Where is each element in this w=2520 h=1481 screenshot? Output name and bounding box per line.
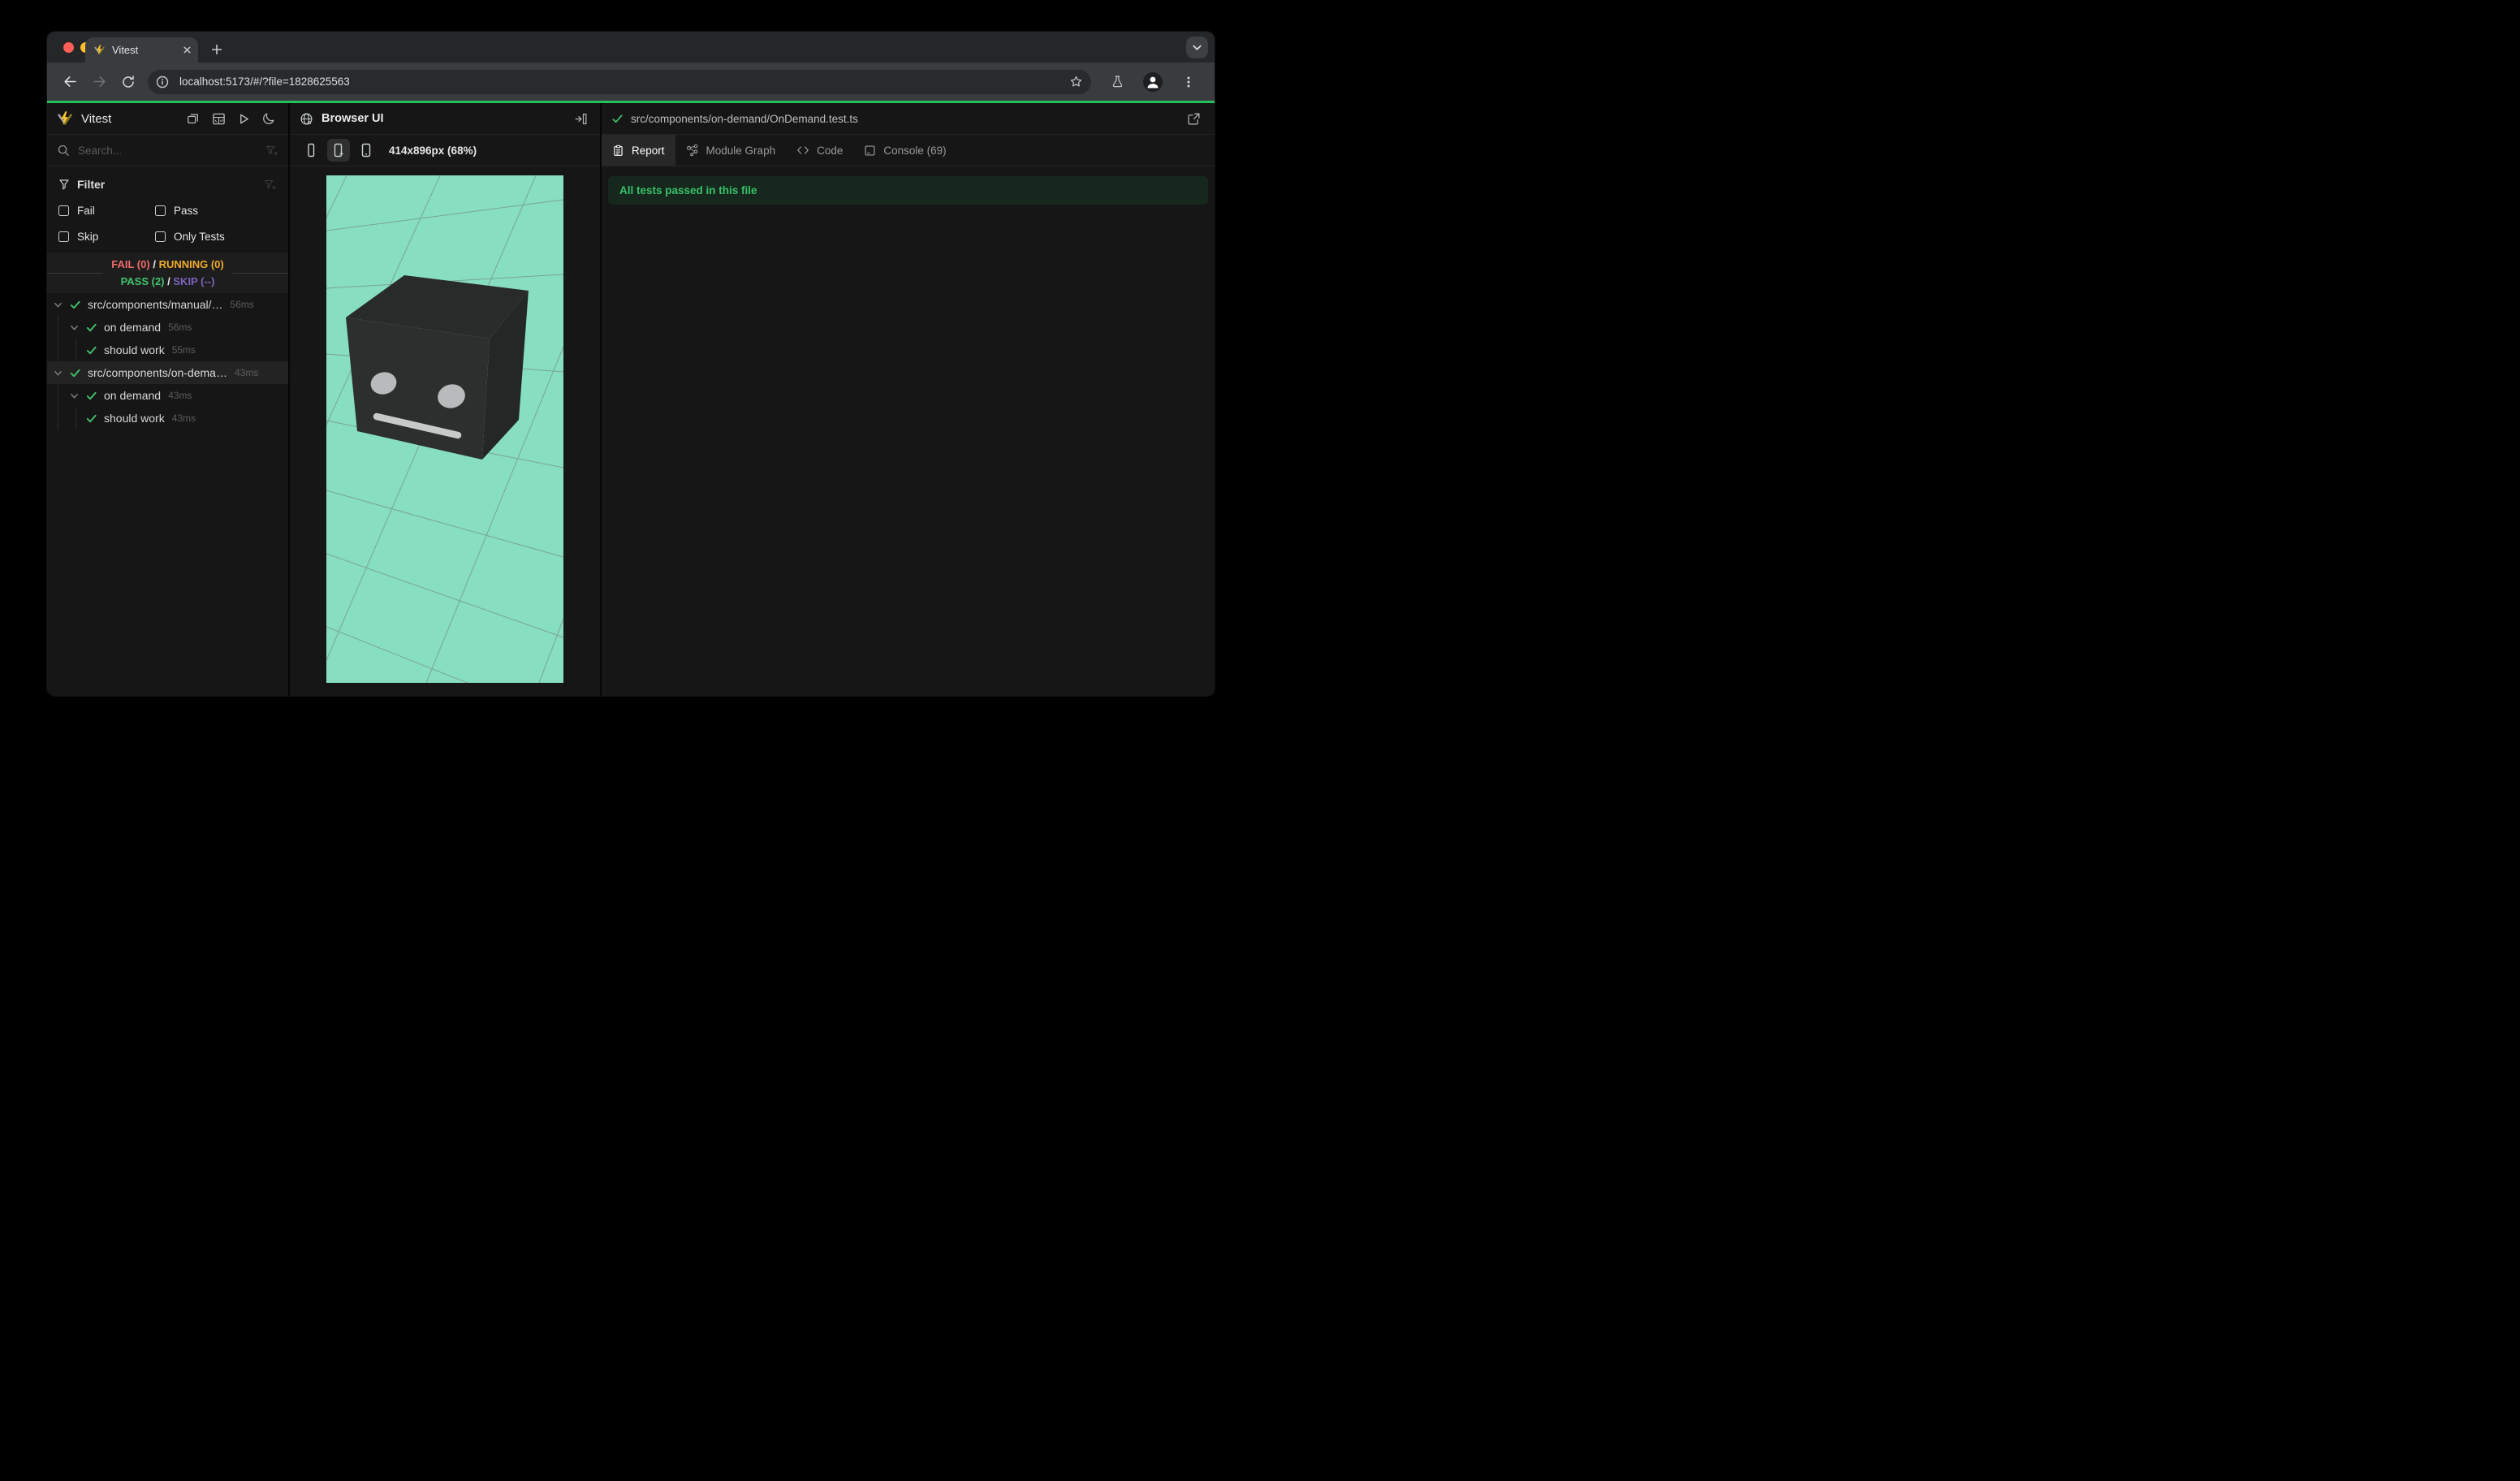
tab-title: Vitest bbox=[112, 44, 139, 56]
report-tabs: Report Module Graph Code Console (69) bbox=[602, 135, 1215, 166]
filter-checkbox-pass[interactable]: Pass bbox=[155, 201, 277, 220]
browser-menu-kebab-icon[interactable] bbox=[1177, 71, 1200, 93]
console-icon bbox=[865, 145, 875, 155]
module-graph-icon bbox=[686, 144, 697, 157]
stats-line-fail-running: FAIL (0) / RUNNING (0) bbox=[111, 258, 224, 270]
close-window-button[interactable] bbox=[63, 42, 74, 53]
filter-section: Filter Fail Pass Skip Only Tests bbox=[47, 166, 288, 253]
stats-line-pass-skip: PASS (2) / SKIP (--) bbox=[120, 275, 215, 287]
test-file-row[interactable]: src/components/manual/… 56ms bbox=[47, 293, 288, 316]
forward-button[interactable] bbox=[87, 70, 111, 94]
run-all-icon[interactable] bbox=[234, 110, 253, 127]
browser-viewport-container bbox=[290, 166, 600, 696]
tab-strip: Vitest bbox=[47, 32, 1215, 63]
checkbox-fail[interactable] bbox=[58, 205, 69, 216]
url-text[interactable]: localhost:5173/#/?file=1828625563 bbox=[179, 76, 1069, 88]
filter-checkbox-fail[interactable]: Fail bbox=[58, 201, 155, 220]
search-input[interactable] bbox=[78, 144, 265, 157]
tab-module-graph[interactable]: Module Graph bbox=[675, 135, 787, 166]
bookmark-star-icon[interactable] bbox=[1069, 75, 1083, 89]
search-icon bbox=[58, 145, 69, 156]
filter-funnel-icon bbox=[59, 179, 69, 190]
pass-check-icon bbox=[86, 323, 97, 331]
pass-check-icon bbox=[70, 300, 80, 309]
tab-search-button[interactable] bbox=[1186, 37, 1208, 58]
chevron-down-icon[interactable] bbox=[54, 369, 63, 378]
test-suite-row[interactable]: on demand 56ms bbox=[47, 316, 288, 339]
filter-checkbox-skip[interactable]: Skip bbox=[58, 227, 155, 246]
device-preset-small-icon[interactable] bbox=[300, 139, 322, 162]
checkbox-skip[interactable] bbox=[58, 231, 69, 242]
globe-icon bbox=[300, 113, 313, 124]
robot-head-cube bbox=[346, 275, 529, 460]
tab-console[interactable]: Console (69) bbox=[853, 135, 956, 166]
vitest-favicon bbox=[94, 45, 105, 55]
test-file-row-selected[interactable]: src/components/on-dema… 43ms bbox=[47, 361, 288, 384]
current-file-path: src/components/on-demand/OnDemand.test.t… bbox=[631, 112, 858, 125]
browser-window: Vitest localhost:5173/#/?file=1828625563 bbox=[47, 32, 1215, 696]
test-case-row[interactable]: should work 43ms bbox=[47, 407, 288, 430]
test-browser-viewport[interactable] bbox=[326, 175, 563, 683]
app-title: Vitest bbox=[81, 111, 112, 126]
address-bar[interactable]: localhost:5173/#/?file=1828625563 bbox=[148, 69, 1091, 94]
report-panel: src/components/on-demand/OnDemand.test.t… bbox=[602, 103, 1215, 696]
pass-check-icon bbox=[86, 391, 97, 399]
test-stats: FAIL (0) / RUNNING (0) PASS (2) / SKIP (… bbox=[47, 253, 288, 293]
pass-check-icon bbox=[86, 414, 97, 422]
reload-button[interactable] bbox=[116, 70, 140, 94]
clear-filters-icon[interactable] bbox=[263, 178, 277, 192]
dashboard-icon[interactable] bbox=[209, 110, 228, 127]
new-tab-button[interactable] bbox=[206, 39, 227, 60]
dock-panel-right-icon[interactable] bbox=[571, 110, 590, 127]
pass-check-icon bbox=[70, 369, 80, 377]
open-external-icon[interactable] bbox=[1184, 110, 1203, 127]
filter-title: Filter bbox=[77, 178, 106, 191]
test-case-row[interactable]: should work 55ms bbox=[47, 339, 288, 361]
report-icon bbox=[614, 145, 623, 156]
checkbox-pass[interactable] bbox=[155, 205, 166, 216]
browser-ui-title: Browser UI bbox=[321, 112, 384, 125]
back-button[interactable] bbox=[58, 70, 82, 94]
tests-sidebar: Vitest Search... Filter Fail Pass Skip O… bbox=[47, 103, 290, 696]
profile-avatar[interactable] bbox=[1141, 71, 1164, 93]
test-tree: src/components/manual/… 56ms on demand 5… bbox=[47, 293, 288, 696]
browser-toolbar: localhost:5173/#/?file=1828625563 bbox=[47, 63, 1215, 101]
all-tests-passed-banner: All tests passed in this file bbox=[608, 176, 1208, 205]
experiments-flask-icon[interactable] bbox=[1106, 71, 1128, 93]
tab-report[interactable]: Report bbox=[602, 135, 675, 166]
vitest-logo bbox=[58, 111, 72, 126]
chevron-down-icon[interactable] bbox=[54, 300, 63, 309]
chevron-down-icon[interactable] bbox=[70, 391, 79, 400]
device-preset-selected-icon[interactable] bbox=[327, 139, 350, 162]
test-suite-row[interactable]: on demand 43ms bbox=[47, 384, 288, 407]
collapse-panels-icon[interactable] bbox=[183, 110, 203, 127]
browser-ui-panel: Browser UI 414x896px (68%) bbox=[290, 103, 602, 696]
checkbox-only-tests[interactable] bbox=[155, 231, 166, 242]
tab-code[interactable]: Code bbox=[786, 135, 853, 166]
clear-search-filter-icon[interactable] bbox=[265, 144, 278, 158]
close-tab-icon[interactable] bbox=[183, 45, 192, 54]
device-preset-phone-icon[interactable] bbox=[355, 139, 378, 162]
browser-tab[interactable]: Vitest bbox=[85, 37, 198, 63]
pass-check-icon bbox=[86, 346, 97, 354]
site-info-icon[interactable] bbox=[153, 72, 172, 92]
code-icon bbox=[797, 146, 809, 154]
dark-mode-moon-icon[interactable] bbox=[259, 110, 278, 127]
filter-checkbox-only-tests[interactable]: Only Tests bbox=[155, 227, 277, 246]
chevron-down-icon[interactable] bbox=[70, 323, 79, 332]
file-pass-check-icon bbox=[612, 114, 623, 123]
viewport-size-label: 414x896px (68%) bbox=[389, 144, 477, 157]
